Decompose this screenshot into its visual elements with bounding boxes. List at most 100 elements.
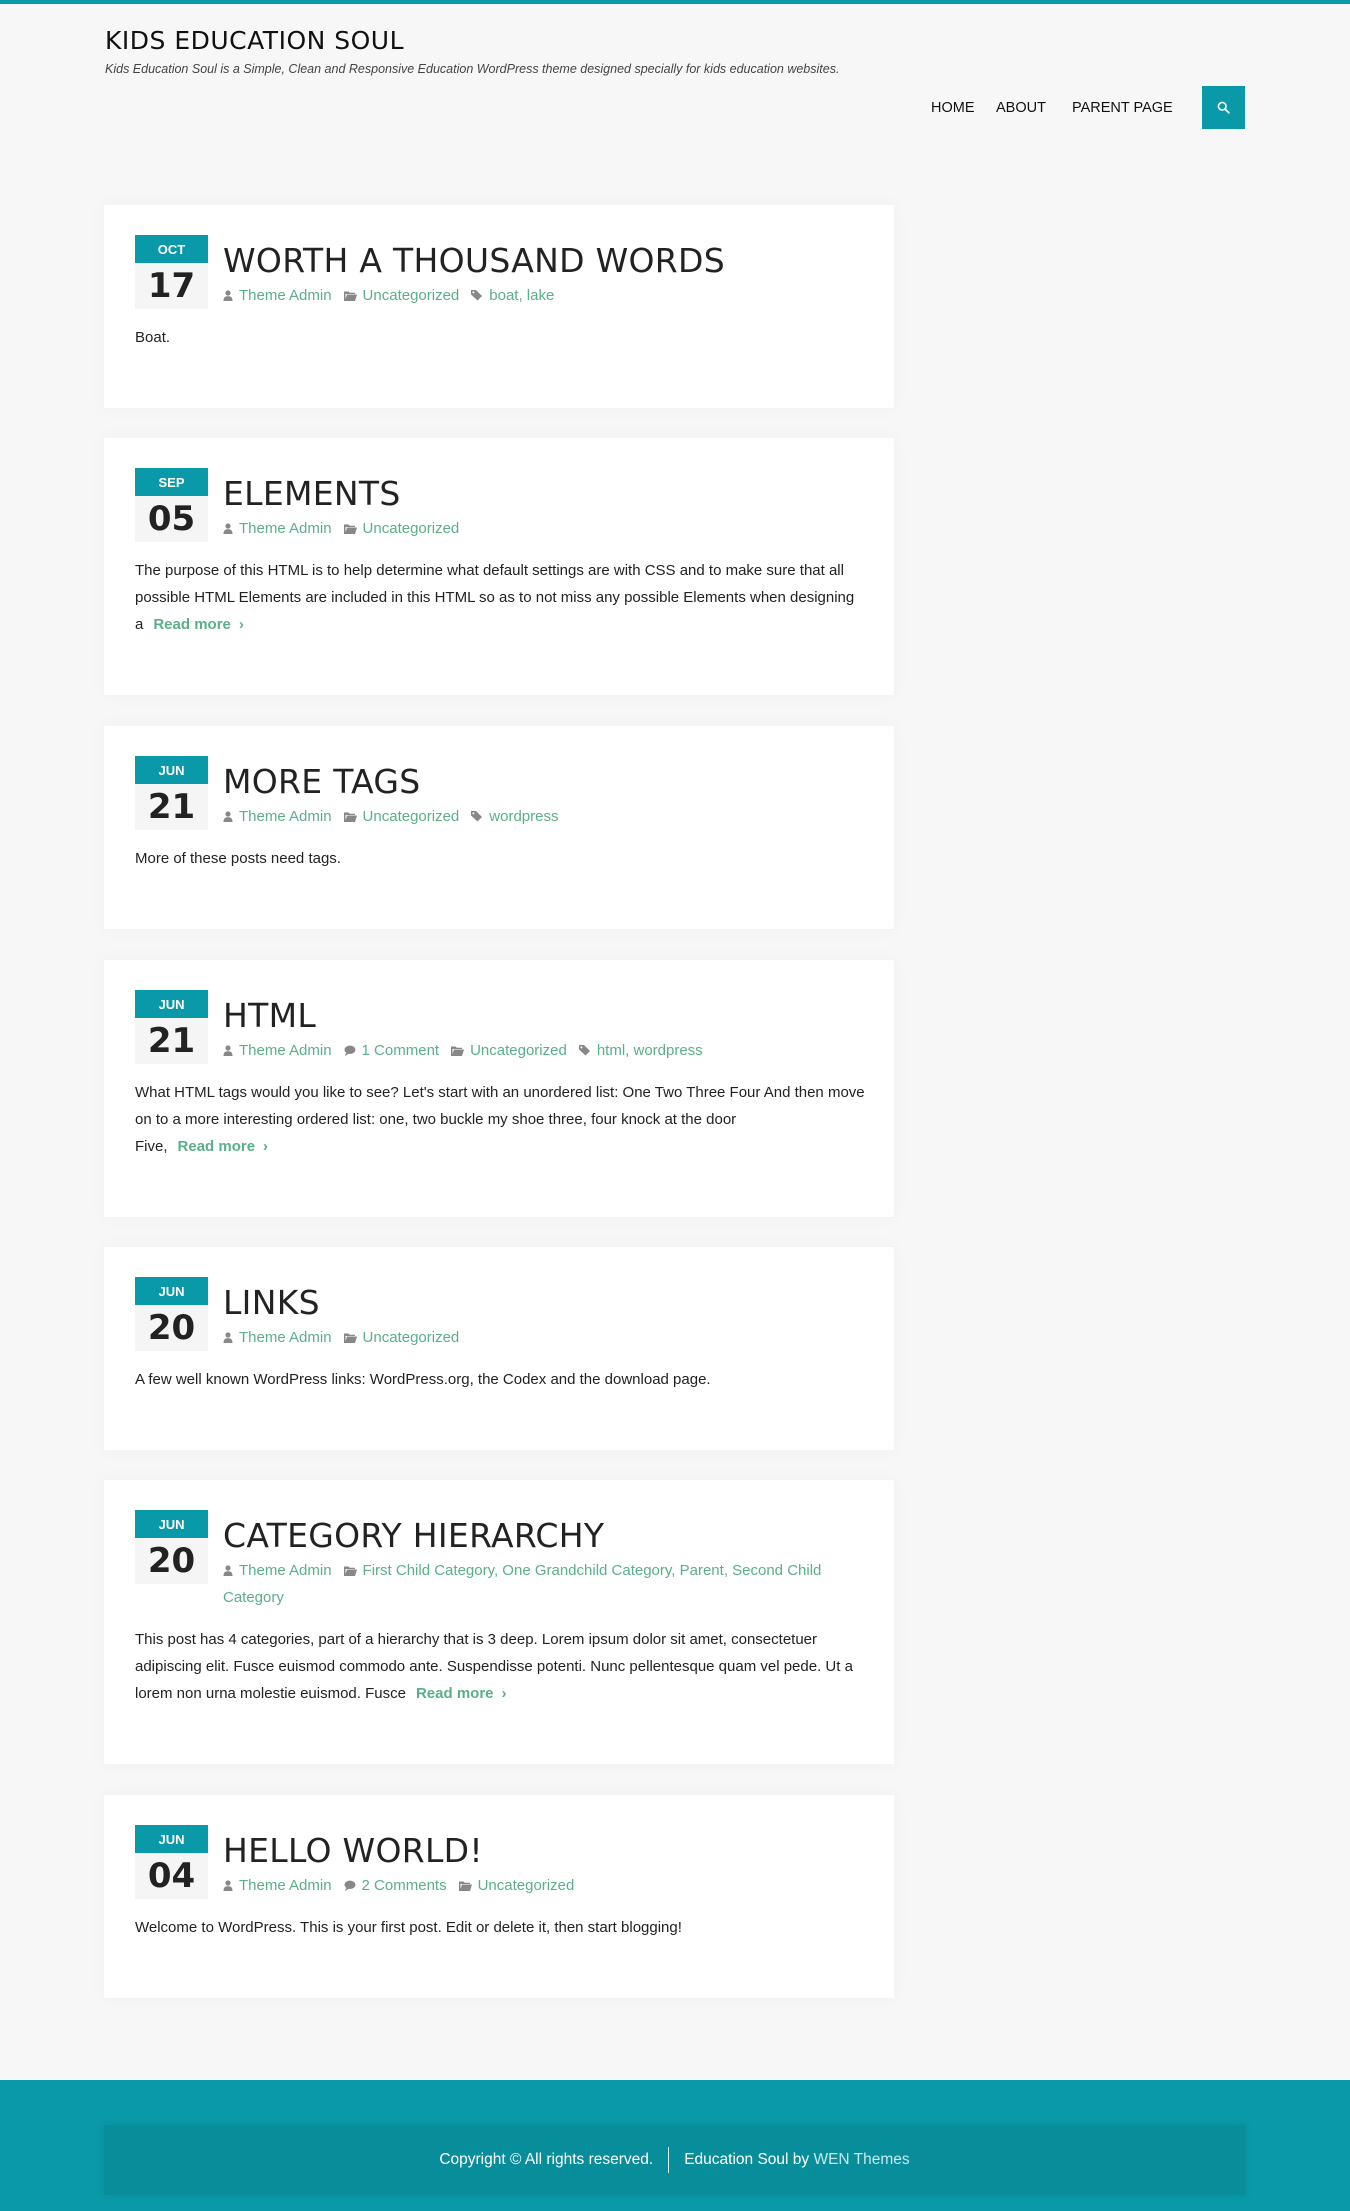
chevron-right-icon: › <box>501 1685 507 1702</box>
user-icon <box>223 523 233 534</box>
read-more-label[interactable]: Read more <box>153 616 231 633</box>
tag-icon <box>578 1045 590 1056</box>
tag-links[interactable]: html, wordpress <box>597 1042 703 1059</box>
tag-links[interactable]: wordpress <box>489 808 558 825</box>
category-links[interactable]: Uncategorized <box>363 520 460 537</box>
post-month: JUN <box>135 1825 208 1853</box>
top-accent-bar <box>0 0 1350 4</box>
read-more-label[interactable]: Read more <box>178 1138 256 1155</box>
post-categories[interactable]: Uncategorized <box>451 1037 567 1064</box>
category-links[interactable]: Uncategorized <box>470 1042 567 1059</box>
site-description: Kids Education Soul is a Simple, Clean a… <box>105 62 840 76</box>
post-date-badge: JUN 20 <box>135 1277 208 1351</box>
post-meta: Theme Admin Uncategorized wordpress <box>223 803 863 830</box>
post-categories[interactable]: Uncategorized <box>343 282 460 309</box>
post-month: JUN <box>135 1277 208 1305</box>
folder-icon <box>343 812 357 822</box>
folder-icon <box>343 1333 357 1343</box>
post-date-badge: OCT 17 <box>135 235 208 309</box>
author-link[interactable]: Theme Admin <box>239 1329 332 1346</box>
site-footer: Copyright © All rights reserved. Educati… <box>0 2080 1350 2211</box>
post-title[interactable]: ELEMENTS <box>223 474 401 513</box>
read-more-label[interactable]: Read more <box>416 1685 494 1702</box>
read-more-link[interactable]: Read more › <box>178 1138 269 1155</box>
post-tags[interactable]: html, wordpress <box>578 1037 703 1064</box>
post-meta: Theme Admin Uncategorized <box>223 1324 863 1351</box>
post-comments[interactable]: 1 Comment <box>344 1037 440 1064</box>
post-excerpt: Welcome to WordPress. This is your first… <box>135 1914 865 1941</box>
nav-item-parent-page[interactable]: PARENT PAGE <box>1072 100 1173 116</box>
tag-icon <box>471 811 483 822</box>
category-links[interactable]: Uncategorized <box>363 808 460 825</box>
post-categories[interactable]: Uncategorized <box>458 1872 575 1899</box>
post-title[interactable]: HTML <box>223 996 316 1035</box>
post-author[interactable]: Theme Admin <box>223 803 332 830</box>
comment-icon <box>344 1045 356 1056</box>
post-month: SEP <box>135 468 208 496</box>
post-author[interactable]: Theme Admin <box>223 515 332 542</box>
read-more-link[interactable]: Read more › <box>153 616 244 633</box>
post-meta: Theme Admin Uncategorized <box>223 515 863 542</box>
author-link[interactable]: Theme Admin <box>239 287 332 304</box>
footer-bar: Copyright © All rights reserved. Educati… <box>104 2125 1245 2195</box>
tag-links[interactable]: boat, lake <box>489 287 554 304</box>
post-title[interactable]: CATEGORY HIERARCHY <box>223 1516 604 1555</box>
post-author[interactable]: Theme Admin <box>223 282 332 309</box>
post-excerpt: The purpose of this HTML is to help dete… <box>135 557 865 638</box>
post-excerpt: What HTML tags would you like to see? Le… <box>135 1079 865 1160</box>
author-link[interactable]: Theme Admin <box>239 1877 332 1894</box>
comments-link[interactable]: 1 Comment <box>362 1042 440 1059</box>
folder-icon <box>451 1046 465 1056</box>
nav-item-about[interactable]: ABOUT <box>996 100 1046 116</box>
author-link[interactable]: Theme Admin <box>239 520 332 537</box>
post-comments[interactable]: 2 Comments <box>344 1872 447 1899</box>
post-meta: Theme Admin First Child Category, One Gra… <box>223 1557 863 1611</box>
copyright-text: Copyright © All rights reserved. <box>439 2151 654 2168</box>
theme-credit-prefix: Education Soul by <box>684 2151 810 2168</box>
post-title[interactable]: HELLO WORLD! <box>223 1831 483 1870</box>
author-link[interactable]: Theme Admin <box>239 808 332 825</box>
post-categories[interactable]: Uncategorized <box>343 1324 460 1351</box>
category-links[interactable]: Uncategorized <box>363 1329 460 1346</box>
post-title[interactable]: LINKS <box>223 1283 320 1322</box>
post-card: JUN 21 MORE TAGS Theme Admin Uncategorized wo… <box>104 726 894 929</box>
post-day: 17 <box>135 263 208 309</box>
read-more-link[interactable]: Read more › <box>416 1685 507 1702</box>
footer-divider <box>668 2147 670 2173</box>
post-day: 21 <box>135 1018 208 1064</box>
post-date-badge: JUN 04 <box>135 1825 208 1899</box>
chevron-right-icon: › <box>263 1138 269 1155</box>
user-icon <box>223 1045 233 1056</box>
post-author[interactable]: Theme Admin <box>223 1324 332 1351</box>
post-card: OCT 17 WORTH A THOUSAND WORDS Theme Admin Un… <box>104 205 894 408</box>
author-link[interactable]: Theme Admin <box>239 1562 332 1579</box>
nav-item-home[interactable]: HOME <box>931 100 975 116</box>
post-card: JUN 20 LINKS Theme Admin Uncategorized A few … <box>104 1247 894 1450</box>
post-card: SEP 05 ELEMENTS Theme Admin Uncategorized The… <box>104 438 894 695</box>
post-title[interactable]: MORE TAGS <box>223 762 421 801</box>
post-card: JUN 21 HTML Theme Admin 1 Comment Uncategoriz… <box>104 960 894 1217</box>
user-icon <box>223 811 233 822</box>
post-date-badge: JUN 21 <box>135 990 208 1064</box>
post-author[interactable]: Theme Admin <box>223 1872 332 1899</box>
post-date-badge: JUN 20 <box>135 1510 208 1584</box>
post-day: 04 <box>135 1853 208 1899</box>
site-title[interactable]: KIDS EDUCATION SOUL <box>105 26 404 55</box>
post-author[interactable]: Theme Admin <box>223 1557 332 1584</box>
post-categories[interactable]: Uncategorized <box>343 803 460 830</box>
tag-icon <box>471 290 483 301</box>
user-icon <box>223 1565 233 1576</box>
excerpt-text: A few well known WordPress links: WordPr… <box>135 1371 711 1388</box>
excerpt-text: Welcome to WordPress. This is your first… <box>135 1919 682 1936</box>
post-tags[interactable]: wordpress <box>471 803 558 830</box>
post-categories[interactable]: Uncategorized <box>343 515 460 542</box>
author-link[interactable]: Theme Admin <box>239 1042 332 1059</box>
category-links[interactable]: Uncategorized <box>478 1877 575 1894</box>
post-author[interactable]: Theme Admin <box>223 1037 332 1064</box>
search-button[interactable] <box>1202 86 1245 129</box>
post-title[interactable]: WORTH A THOUSAND WORDS <box>223 241 725 280</box>
post-tags[interactable]: boat, lake <box>471 282 554 309</box>
category-links[interactable]: Uncategorized <box>363 287 460 304</box>
comments-link[interactable]: 2 Comments <box>362 1877 447 1894</box>
theme-author-link[interactable]: WEN Themes <box>813 2151 909 2169</box>
